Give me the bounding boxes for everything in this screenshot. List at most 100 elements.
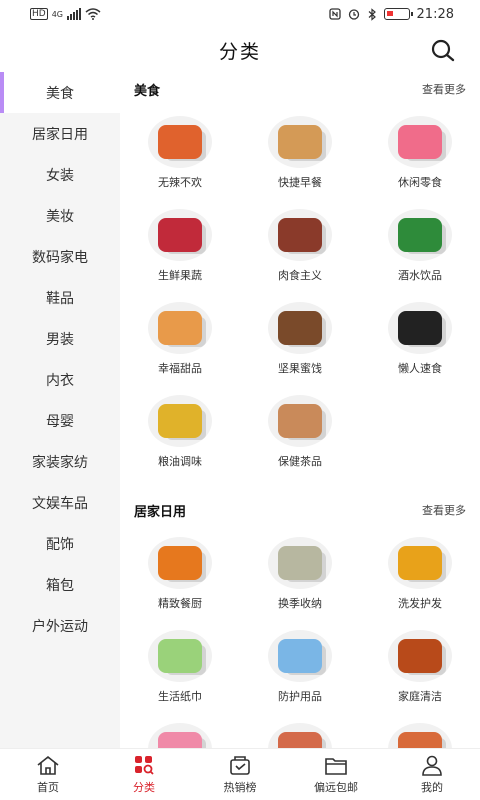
product-thumbnail (268, 537, 332, 589)
product-thumbnail (148, 537, 212, 589)
sidebar-item[interactable]: 女装 (0, 154, 120, 195)
category-label: 换季收纳 (278, 597, 322, 610)
hot-list-icon (230, 756, 250, 775)
category-tile[interactable]: 换季收纳 (240, 527, 360, 620)
product-image (158, 639, 202, 673)
nfc-icon (328, 8, 341, 20)
view-more-link[interactable]: 查看更多 (422, 502, 466, 518)
network-label: 4G (51, 9, 63, 19)
status-left: HD 4G (30, 8, 101, 20)
category-tile[interactable]: 快捷早餐 (240, 106, 360, 199)
product-image (158, 218, 202, 252)
product-image (158, 404, 202, 438)
category-tile[interactable]: 洗发护发 (360, 527, 480, 620)
product-image (278, 125, 322, 159)
product-thumbnail (268, 723, 332, 748)
product-thumbnail (148, 723, 212, 748)
product-image (398, 732, 442, 748)
category-label: 精致餐厨 (158, 597, 202, 610)
sidebar-item[interactable]: 男装 (0, 318, 120, 359)
category-tile[interactable]: 防护用品 (240, 620, 360, 713)
category-label: 生活纸巾 (158, 690, 202, 703)
category-label: 快捷早餐 (278, 176, 322, 189)
category-tile[interactable]: 精致餐厨 (120, 527, 240, 620)
tab-item[interactable]: 偏远包邮 (288, 749, 384, 800)
category-tile[interactable]: 家庭清洁 (360, 620, 480, 713)
product-image (278, 311, 322, 345)
sidebar-item[interactable]: 家装家纺 (0, 441, 120, 482)
product-image (398, 311, 442, 345)
sidebar-item[interactable]: 文娱车品 (0, 482, 120, 523)
category-icon (135, 756, 154, 775)
tab-label: 我的 (421, 781, 443, 794)
tab-label: 分类 (133, 781, 155, 794)
sidebar-item[interactable]: 数码家电 (0, 236, 120, 277)
category-tile[interactable]: 生鲜果蔬 (120, 199, 240, 292)
category-tile[interactable]: 生活纸巾 (120, 620, 240, 713)
status-bar: HD 4G 21:28 (0, 0, 480, 28)
product-image (278, 404, 322, 438)
category-tile[interactable]: 无辣不欢 (120, 106, 240, 199)
product-thumbnail (388, 302, 452, 354)
category-tile[interactable]: 坚果蜜饯 (240, 292, 360, 385)
tab-item[interactable]: 分类 (96, 749, 192, 800)
category-label: 洗发护发 (398, 597, 442, 610)
category-tile[interactable] (360, 713, 480, 748)
product-image (278, 218, 322, 252)
product-thumbnail (148, 630, 212, 682)
category-tile[interactable] (120, 713, 240, 748)
bluetooth-icon (368, 7, 376, 21)
sidebar-item[interactable]: 鞋品 (0, 277, 120, 318)
category-tile[interactable]: 酒水饮品 (360, 199, 480, 292)
hd-badge: HD (30, 8, 48, 20)
product-thumbnail (268, 116, 332, 168)
category-tile[interactable]: 幸福甜品 (120, 292, 240, 385)
category-tile[interactable]: 肉食主义 (240, 199, 360, 292)
section-title: 美食 (134, 83, 161, 99)
category-label: 幸福甜品 (158, 362, 202, 375)
bottom-tab-bar: 首页 分类 热销榜 偏远包邮 我的 (0, 748, 480, 800)
sidebar-item[interactable]: 配饰 (0, 523, 120, 564)
search-icon[interactable] (430, 38, 456, 64)
category-grid: 无辣不欢 快捷早餐 休闲零食生鲜果蔬 肉食主义 酒水饮品幸福甜品 坚果蜜饯 懒人速食粮油调味… (120, 106, 480, 478)
sidebar-item[interactable]: 箱包 (0, 564, 120, 605)
product-thumbnail (268, 302, 332, 354)
category-content: 美食 查看更多 无辣不欢 快捷早餐 休闲零食 生鲜果蔬 肉食主义 酒水饮品 幸福甜品 坚果蜜饯 懒人… (120, 72, 480, 748)
category-label: 坚果蜜饯 (278, 362, 322, 375)
view-more-link[interactable]: 查看更多 (422, 81, 466, 97)
category-tile[interactable]: 休闲零食 (360, 106, 480, 199)
category-label: 家庭清洁 (398, 690, 442, 703)
product-thumbnail (388, 537, 452, 589)
sidebar-item[interactable]: 居家日用 (0, 113, 120, 154)
category-tile[interactable]: 粮油调味 (120, 385, 240, 478)
category-label: 酒水饮品 (398, 269, 442, 282)
tab-item[interactable]: 热销榜 (192, 749, 288, 800)
clock: 21:28 (416, 6, 454, 22)
home-icon (37, 755, 59, 775)
category-tile[interactable] (240, 713, 360, 748)
product-thumbnail (388, 209, 452, 261)
product-thumbnail (268, 209, 332, 261)
section-header: 居家日用 查看更多 (120, 493, 480, 527)
sidebar-item[interactable]: 美食 (0, 72, 120, 113)
alarm-icon (348, 9, 359, 20)
product-thumbnail (148, 209, 212, 261)
category-tile[interactable]: 懒人速食 (360, 292, 480, 385)
product-image (158, 546, 202, 580)
sidebar-item[interactable]: 户外运动 (0, 605, 120, 646)
product-thumbnail (148, 395, 212, 447)
top-header: 分类 (0, 28, 480, 72)
category-tile[interactable]: 保健茶品 (240, 385, 360, 478)
category-label: 粮油调味 (158, 455, 202, 468)
tab-item[interactable]: 首页 (0, 749, 96, 800)
sidebar-item[interactable]: 母婴 (0, 400, 120, 441)
section-title: 居家日用 (134, 504, 187, 520)
product-image (398, 125, 442, 159)
sidebar-item[interactable]: 美妆 (0, 195, 120, 236)
sidebar-item[interactable]: 内衣 (0, 359, 120, 400)
section-header: 美食 查看更多 (120, 72, 480, 106)
product-image (398, 546, 442, 580)
product-thumbnail (268, 630, 332, 682)
folder-icon (325, 758, 347, 775)
tab-item[interactable]: 我的 (384, 749, 480, 800)
